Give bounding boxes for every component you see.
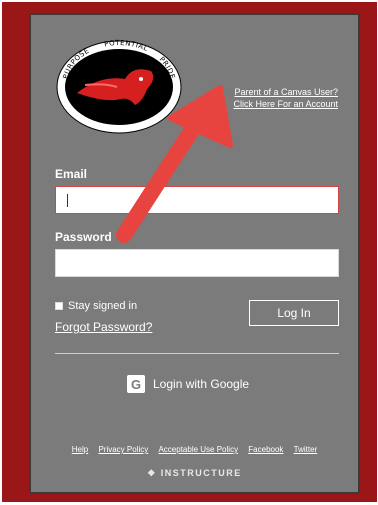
parent-link-line2[interactable]: Click Here For an Account	[233, 98, 338, 110]
school-logo: PURPOSE POTENTIAL PRIDE CEDAR SPRINGS PU…	[55, 35, 183, 135]
parent-link-line1[interactable]: Parent of a Canvas User?	[233, 86, 338, 98]
google-login-label: Login with Google	[153, 377, 250, 391]
login-button[interactable]: Log In	[249, 300, 339, 326]
stay-signed-in-checkbox[interactable]	[55, 302, 63, 310]
divider	[55, 353, 339, 354]
stay-signed-in-label: Stay signed in	[68, 300, 138, 312]
google-login-button[interactable]: G Login with Google	[127, 375, 249, 393]
text-caret	[67, 194, 68, 207]
google-icon: G	[127, 375, 145, 393]
parent-account-link[interactable]: Parent of a Canvas User? Click Here For …	[233, 86, 338, 110]
password-field[interactable]	[55, 249, 339, 277]
email-field[interactable]	[55, 186, 339, 214]
footer-link-privacy[interactable]: Privacy Policy	[98, 445, 148, 454]
stay-signed-in[interactable]: Stay signed in	[55, 300, 137, 312]
email-label: Email	[55, 167, 88, 181]
login-panel: PURPOSE POTENTIAL PRIDE CEDAR SPRINGS PU…	[29, 13, 360, 494]
instructure-brand: ❖ INSTRUCTURE	[31, 468, 358, 479]
footer-link-aup[interactable]: Acceptable Use Policy	[158, 445, 238, 454]
instructure-icon: ❖	[147, 468, 161, 478]
footer-link-facebook[interactable]: Facebook	[248, 445, 283, 454]
footer-links: Help Privacy Policy Acceptable Use Polic…	[31, 445, 358, 454]
forgot-password-link[interactable]: Forgot Password?	[55, 320, 152, 334]
school-logo-icon: PURPOSE POTENTIAL PRIDE CEDAR SPRINGS PU…	[56, 39, 182, 134]
footer-link-help[interactable]: Help	[72, 445, 88, 454]
instructure-label: INSTRUCTURE	[160, 468, 242, 478]
footer-link-twitter[interactable]: Twitter	[294, 445, 318, 454]
password-label: Password	[55, 230, 112, 244]
